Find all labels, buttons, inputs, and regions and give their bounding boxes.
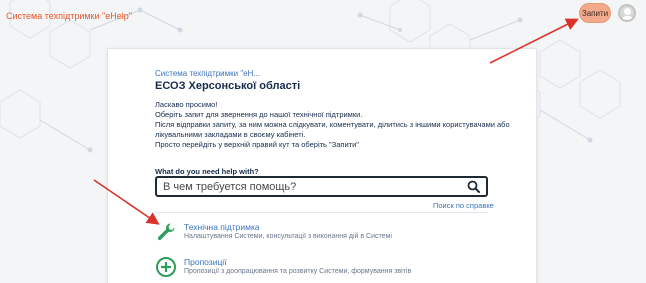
breadcrumb[interactable]: Система техпідтримки "eH... [155, 69, 260, 78]
help-search-link[interactable]: Поиск по справке [433, 201, 494, 210]
intro-line: Просто перейдіть у верхній правий кут та… [155, 140, 359, 149]
intro-line: Ласкаво просимо! [155, 100, 218, 109]
brand-title[interactable]: Система техпідтримки "eHelp" [6, 11, 132, 21]
request-type-name[interactable]: Пропозиції [184, 257, 227, 267]
request-type-description: Налаштування Системи, консультації з вик… [184, 233, 392, 240]
intro-line: Після відправки запиту, за ним можна слі… [155, 120, 510, 129]
request-type-name[interactable]: Технічна підтримка [184, 222, 260, 232]
user-head-shape [624, 8, 631, 15]
avatar[interactable] [618, 4, 636, 22]
page-title: ЕСОЗ Херсонської області [155, 80, 301, 92]
search-box[interactable] [155, 176, 488, 197]
requests-button[interactable]: Запити [579, 3, 611, 23]
intro-text: Ласкаво просимо! Оберіть запит для зверн… [155, 100, 510, 150]
request-type-tech-support[interactable]: Технічна підтримка Налаштування Системи,… [155, 219, 495, 245]
intro-line: лікувальними закладами в своєму кабінеті… [155, 130, 306, 139]
intro-line: Оберіть запит для звернення до нашої тех… [155, 110, 363, 119]
search-icon[interactable] [467, 180, 480, 193]
request-type-description: Пропозиції з доопрацювання та розвитку С… [184, 268, 412, 275]
request-type-proposals[interactable]: Пропозиції Пропозиції з доопрацювання та… [155, 254, 495, 280]
search-label: What do you need help with? [155, 167, 259, 176]
search-input[interactable] [163, 179, 453, 194]
divider [155, 212, 488, 213]
plus-circle-icon [156, 257, 176, 277]
wrench-icon [157, 223, 175, 241]
portal-card: Система техпідтримки "eH... ЕСОЗ Херсонс… [107, 48, 537, 283]
